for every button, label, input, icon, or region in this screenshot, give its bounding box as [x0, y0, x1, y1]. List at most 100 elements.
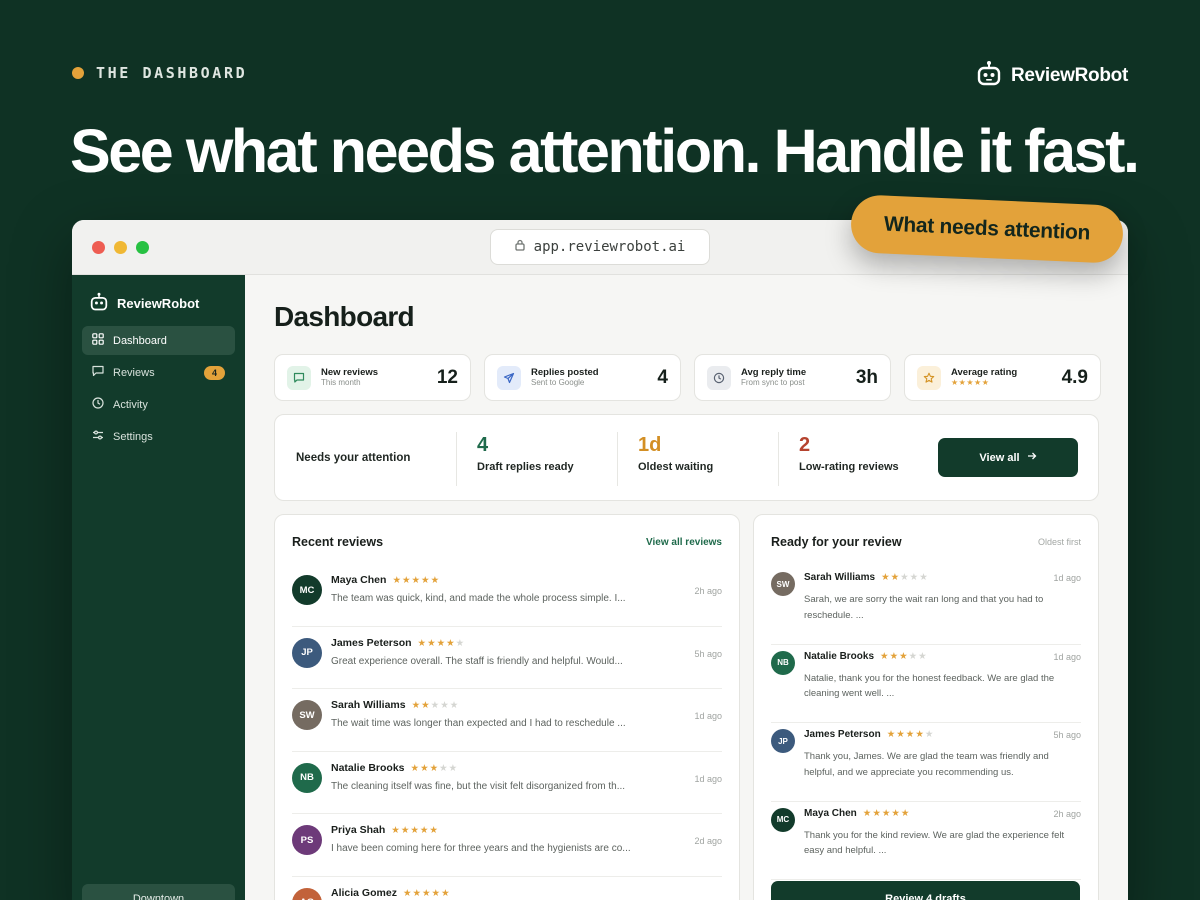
star-icon: ★: [401, 575, 412, 586]
star-icon: ★: [909, 572, 920, 583]
reviewer-name-text: Priya Shah: [331, 824, 386, 836]
draft-reply-row[interactable]: SW Sarah Williams ★★★★★ Sarah, we are sorry…: [771, 566, 1081, 645]
sidebar-brand[interactable]: ReviewRobot: [90, 292, 199, 314]
eyebrow: THE DASHBOARD: [72, 64, 247, 82]
metric-label: Oldest waiting: [638, 461, 714, 473]
review-text: The cleaning itself was fine, but the vi…: [331, 780, 626, 792]
clock-icon: [92, 397, 104, 412]
star-rating: ★★★★★: [391, 825, 439, 836]
draft-reply-text: Thank you for the kind review. We are gl…: [804, 829, 1065, 857]
recent-reviews-card: Recent reviews View all reviews MC Maya C…: [274, 514, 740, 900]
reviewer-name: Alicia Gomez ★★★★★: [331, 887, 451, 899]
sliders-icon: [92, 429, 104, 444]
view-all-reviews-link[interactable]: View all reviews: [646, 537, 722, 548]
close-window-button[interactable]: [92, 241, 105, 254]
rating-stars: ★★★★★: [951, 378, 990, 388]
star-icon: ★: [441, 887, 451, 899]
star-icon: ★: [880, 650, 890, 662]
stat-card-replies-posted[interactable]: Replies posted Sent to Google 4: [484, 354, 681, 401]
star-icon: ★: [411, 700, 422, 711]
location-switcher[interactable]: Downtown: [82, 884, 235, 900]
review-text: Great experience overall. The staff is f…: [331, 655, 623, 667]
brand-logo: ReviewRobot: [977, 60, 1128, 92]
star-icon: ★: [412, 887, 423, 899]
url-text: app.reviewrobot.ai: [533, 239, 686, 255]
star-icon: ★: [448, 762, 459, 774]
stat-value: 4.9: [1061, 366, 1088, 388]
robot-icon: [90, 292, 108, 314]
review-row[interactable]: MC Maya Chen ★★★★★ The team was quick, kind…: [292, 564, 722, 627]
star-icon: ★: [422, 887, 432, 899]
sort-order-label[interactable]: Oldest first: [1038, 537, 1081, 547]
review-row[interactable]: PS Priya Shah ★★★★★ I have been coming here…: [292, 814, 722, 877]
stat-card-average-rating[interactable]: Average rating ★★★★★ 4.9: [904, 354, 1101, 401]
sidebar-item-label: Reviews: [113, 366, 155, 379]
review-row[interactable]: JP James Peterson ★★★★★ Great experience ov…: [292, 627, 722, 689]
star-rating: ★★★★★: [863, 808, 911, 819]
view-all-label: View all: [979, 451, 1020, 464]
arrow-right-icon: [1027, 451, 1037, 464]
metric-label: Draft replies ready: [477, 461, 574, 473]
star-icon: ★: [891, 807, 901, 819]
star-icon: ★: [410, 825, 420, 836]
stat-value: 3h: [855, 366, 878, 388]
sidebar-item-activity[interactable]: Activity: [82, 390, 235, 419]
stat-card-avg-reply-time[interactable]: Avg reply time From sync to post 3h: [694, 354, 891, 401]
review-time: 1d ago: [1053, 573, 1081, 583]
sidebar-item-dashboard[interactable]: Dashboard: [82, 326, 235, 355]
reviewer-name: Natalie Brooks ★★★★★: [331, 762, 458, 774]
star-icon: ★: [429, 762, 440, 774]
avatar: PS: [292, 825, 322, 855]
avatar: AG: [292, 887, 322, 900]
metric-draft-replies[interactable]: 4 Draft replies ready: [456, 432, 574, 486]
star-icon: ★: [872, 807, 882, 819]
sidebar-item-reviews[interactable]: Reviews 4: [82, 358, 235, 387]
reviewer-name: Maya Chen ★★★★★: [331, 574, 440, 586]
star-icon: ★: [420, 762, 430, 774]
star-icon: ★: [430, 700, 441, 711]
recent-reviews-title: Recent reviews: [292, 535, 384, 549]
minimize-window-button[interactable]: [114, 241, 127, 254]
star-icon: ★: [881, 572, 891, 583]
stat-card-new-reviews[interactable]: New reviews This month 12: [274, 354, 471, 401]
star-icon: ★: [430, 575, 441, 586]
draft-reply-row[interactable]: NB Natalie Brooks ★★★★★ Natalie, thank you …: [771, 645, 1081, 723]
star-icon: ★: [436, 637, 447, 649]
avatar: NB: [292, 762, 322, 793]
maximize-window-button[interactable]: [136, 241, 149, 254]
star-icon: ★: [908, 650, 919, 662]
review-row[interactable]: SW Sarah Williams ★★★★★ The wait time was l…: [292, 689, 722, 752]
address-bar[interactable]: app.reviewrobot.ai: [490, 229, 710, 265]
star-icon: ★: [896, 729, 906, 740]
star-icon: ★: [440, 700, 450, 711]
attention-panel: Needs your attention 4 Draft replies rea…: [274, 414, 1099, 501]
review-text: The wait time was longer than expected a…: [331, 718, 626, 729]
metric-oldest-waiting[interactable]: 1d Oldest waiting: [617, 432, 713, 486]
view-all-button[interactable]: View all: [938, 438, 1078, 477]
star-icon: ★: [427, 637, 437, 649]
review-drafts-button[interactable]: Review 4 drafts: [771, 881, 1080, 900]
avatar: MC: [292, 575, 322, 605]
metric-low-rating[interactable]: 2 Low-rating reviews: [778, 432, 899, 486]
reviewer-name-text: Natalie Brooks: [331, 761, 405, 774]
draft-reply-row[interactable]: JP James Peterson ★★★★★ Thank you, James. W…: [771, 723, 1081, 802]
star-icon: ★: [919, 572, 929, 583]
avatar: JP: [292, 637, 322, 668]
star-icon: ★: [900, 807, 911, 819]
star-icon: ★: [900, 572, 910, 583]
window-controls: [92, 241, 149, 254]
star-icon: ★: [421, 575, 431, 586]
avatar: MC: [771, 807, 795, 832]
reviews-count-badge: 4: [203, 365, 225, 380]
review-time: 5h ago: [1053, 730, 1081, 740]
star-icon: ★: [886, 729, 897, 740]
star-icon: ★: [429, 825, 439, 836]
star-icon: ★: [881, 807, 892, 819]
reviewer-name: Natalie Brooks ★★★★★: [804, 651, 928, 662]
review-row[interactable]: AG Alicia Gomez ★★★★★: [292, 877, 722, 900]
reviewer-name: James Peterson ★★★★★: [331, 637, 465, 649]
review-row[interactable]: NB Natalie Brooks ★★★★★ The cleaning itself…: [292, 752, 722, 814]
review-time: 5h ago: [694, 648, 722, 659]
draft-reply-row[interactable]: MC Maya Chen ★★★★★ Thank you for the kind r…: [771, 802, 1081, 880]
sidebar-item-settings[interactable]: Settings: [82, 422, 235, 451]
